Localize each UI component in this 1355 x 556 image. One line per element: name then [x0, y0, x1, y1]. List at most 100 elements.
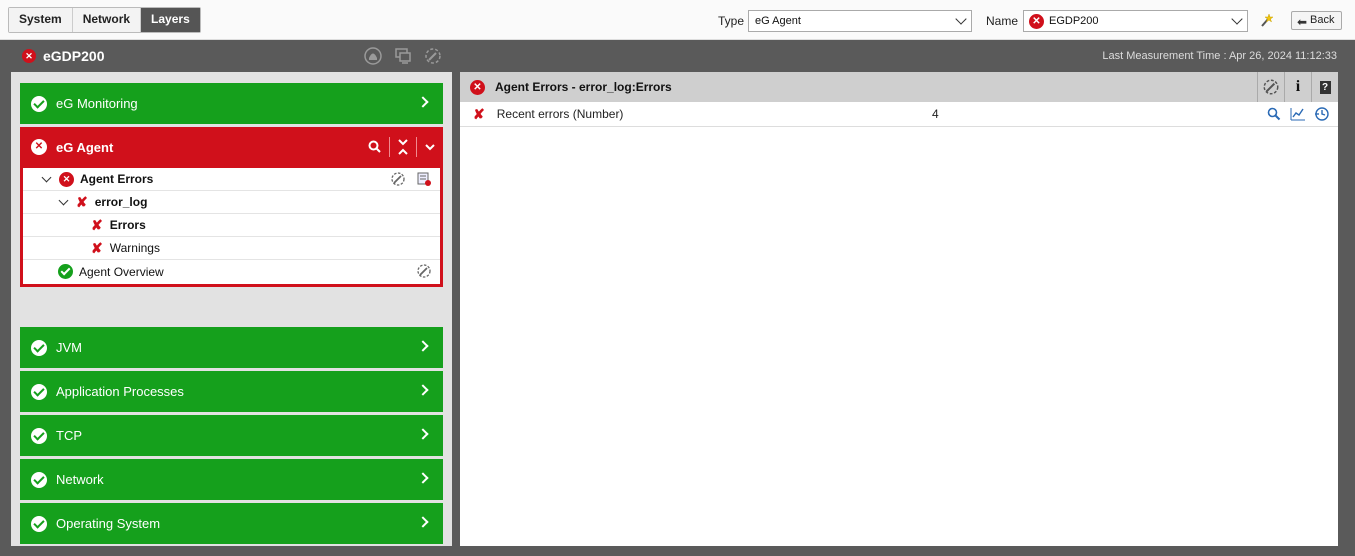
type-select-value: eG Agent	[755, 15, 801, 27]
detail-panel: ✕ Agent Errors - error_log:Errors i ? ✘ …	[460, 72, 1338, 546]
search-icon[interactable]	[367, 139, 383, 155]
monitor-icon[interactable]	[393, 46, 413, 66]
chevron-right-icon	[417, 384, 429, 396]
back-button-label: Back	[1310, 14, 1335, 26]
line-graph-icon[interactable]	[1290, 106, 1306, 122]
chevron-right-icon	[417, 340, 429, 352]
divider	[389, 137, 390, 157]
chevron-down-icon[interactable]	[423, 140, 437, 154]
error-status-icon: ✕	[31, 139, 47, 155]
measure-name: Recent errors (Number)	[496, 107, 624, 121]
layer-label: Application Processes	[56, 384, 184, 399]
error-status-icon: ✕	[59, 171, 74, 187]
error-status-icon: ✕	[470, 79, 485, 95]
info-icon[interactable]: i	[1284, 72, 1311, 102]
settings-wrench-icon[interactable]	[390, 171, 406, 187]
layer-network[interactable]: Network	[20, 459, 443, 500]
tree-node-label: Agent Errors	[80, 172, 154, 186]
node-tools	[416, 263, 432, 279]
view-tabs: System Network Layers	[8, 7, 201, 33]
back-arrow-icon: ⬅	[1297, 15, 1308, 29]
chevron-right-icon	[417, 428, 429, 440]
ok-status-icon	[58, 264, 73, 279]
tree-node-label: error_log	[94, 195, 148, 209]
name-label: Name	[986, 14, 1019, 28]
layer-label: Operating System	[56, 516, 161, 531]
chevron-down-icon[interactable]	[58, 195, 69, 205]
layer-jvm[interactable]: JVM	[20, 327, 443, 368]
layers-panel: eG Monitoring ✕ eG Agent ✕ Agent Errors …	[11, 72, 452, 546]
tree-node-agent-errors[interactable]: ✕ Agent Errors	[23, 168, 440, 191]
tree-node-label: Agent Overview	[79, 264, 164, 279]
test-tree: ✕ Agent Errors ✘ error_log ✘ Errors ✘ Wa…	[23, 168, 440, 284]
history-icon[interactable]	[1314, 106, 1330, 122]
chevron-right-icon	[417, 516, 429, 528]
layer-eg-agent: ✕ eG Agent ✕ Agent Errors ✘ error_log ✘ …	[20, 127, 443, 287]
divider	[416, 137, 417, 157]
chevron-right-icon	[417, 472, 429, 484]
alarm-icon[interactable]	[363, 46, 383, 66]
help-icon-label: ?	[1319, 80, 1331, 94]
layer-application-processes[interactable]: Application Processes	[20, 371, 443, 412]
layer-eg-monitoring[interactable]: eG Monitoring	[20, 83, 443, 124]
collapse-expand-icon[interactable]	[396, 137, 410, 157]
type-label: Type	[718, 14, 745, 28]
chevron-down-icon[interactable]	[41, 172, 52, 182]
name-select-value: EGDP200	[1049, 15, 1099, 27]
ok-status-icon	[31, 515, 47, 532]
search-icon[interactable]	[1266, 106, 1282, 122]
last-measurement-time: Last Measurement Time : Apr 26, 2024 11:…	[1102, 50, 1337, 62]
chevron-right-icon	[417, 96, 429, 108]
ok-status-icon	[31, 471, 47, 488]
layer-label: TCP	[56, 428, 82, 443]
back-button[interactable]: ⬅ Back	[1291, 11, 1342, 30]
name-select[interactable]: ✕ EGDP200	[1023, 10, 1248, 32]
ok-status-icon	[31, 427, 47, 444]
layer-eg-agent-header[interactable]: ✕ eG Agent	[20, 127, 443, 167]
tree-node-agent-overview[interactable]: Agent Overview	[23, 260, 440, 283]
tab-system[interactable]: System	[9, 8, 73, 32]
error-x-icon: ✘	[91, 216, 103, 233]
ok-status-icon	[31, 339, 47, 356]
detail-title: Agent Errors - error_log:Errors	[495, 80, 672, 94]
top-bar: System Network Layers Type eG Agent Name…	[0, 0, 1355, 40]
layer-label: eG Monitoring	[56, 96, 138, 111]
settings-wrench-icon[interactable]	[1257, 72, 1284, 102]
component-name: eGDP200	[43, 48, 105, 64]
help-icon[interactable]: ?	[1311, 72, 1338, 102]
error-x-icon: ✘	[91, 239, 103, 256]
measure-row: ✘ Recent errors (Number) 4	[460, 102, 1338, 127]
detail-header: ✕ Agent Errors - error_log:Errors i ?	[460, 72, 1338, 102]
chevron-down-icon	[1231, 13, 1243, 25]
tree-node-warnings[interactable]: ✘ Warnings	[23, 237, 440, 260]
main-area: ✕ eGDP200 Last Measurement Time : Apr 26…	[0, 40, 1355, 556]
magic-wand-icon[interactable]	[1259, 12, 1275, 28]
measure-tools	[1266, 106, 1330, 122]
ok-status-icon	[31, 95, 47, 112]
type-select[interactable]: eG Agent	[748, 10, 972, 32]
report-icon[interactable]	[416, 171, 432, 187]
component-toolbar	[363, 46, 443, 66]
tab-network[interactable]: Network	[72, 8, 142, 32]
tree-node-errors[interactable]: ✘ Errors	[23, 214, 440, 237]
settings-wrench-icon[interactable]	[423, 46, 443, 66]
detail-toolbar: i ?	[1257, 72, 1338, 102]
measure-value: 4	[932, 107, 939, 121]
layer-tcp[interactable]: TCP	[20, 415, 443, 456]
layer-tools	[367, 137, 437, 157]
tab-layers[interactable]: Layers	[141, 8, 200, 32]
chevron-down-icon	[955, 13, 967, 25]
error-status-icon: ✕	[1029, 13, 1044, 29]
layer-label: Network	[56, 472, 104, 487]
error-x-icon: ✘	[473, 105, 485, 122]
ok-status-icon	[31, 383, 47, 400]
layer-label: eG Agent	[56, 139, 114, 155]
tree-node-label: Errors	[109, 218, 146, 232]
component-title: ✕ eGDP200	[22, 48, 104, 64]
tree-node-error-log[interactable]: ✘ error_log	[23, 191, 440, 214]
node-tools	[390, 171, 432, 187]
error-x-icon: ✘	[76, 193, 88, 210]
layer-label: JVM	[56, 340, 82, 355]
layer-operating-system[interactable]: Operating System	[20, 503, 443, 544]
settings-wrench-icon[interactable]	[416, 263, 432, 279]
